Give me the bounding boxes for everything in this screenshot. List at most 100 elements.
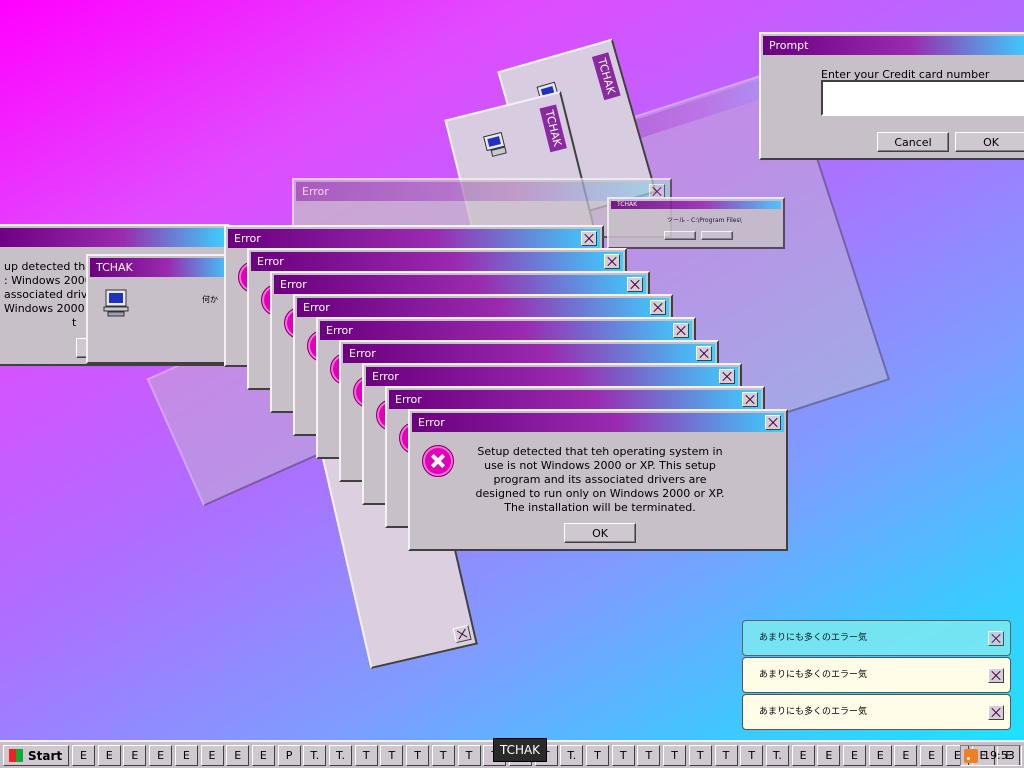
taskbar-task-button[interactable]: E	[791, 745, 815, 766]
windows-logo-icon	[9, 749, 23, 762]
window-title: Error	[302, 185, 329, 198]
error-window-title-bar: Error	[228, 229, 600, 248]
window-title: Prompt	[769, 39, 809, 52]
window-title: Error	[303, 301, 330, 314]
taskbar-task-button[interactable]: T.	[765, 745, 789, 766]
close-button[interactable]	[765, 415, 781, 430]
close-button[interactable]	[650, 300, 666, 315]
window-title: Error	[280, 278, 307, 291]
start-label: Start	[28, 749, 63, 763]
window-title: TCHAK	[617, 201, 638, 208]
taskbar-task-button[interactable]: E	[200, 745, 224, 766]
rotated-close-button[interactable]	[452, 624, 472, 644]
error-icon	[422, 445, 454, 477]
rss-icon[interactable]	[964, 749, 978, 763]
tchak-text: 何か	[202, 295, 218, 304]
notification-text: あまりにも多くのエラー気	[759, 670, 868, 680]
tchak-dialog: TCHAK 何か	[86, 254, 236, 364]
window-title: Error	[349, 347, 376, 360]
close-button[interactable]	[988, 668, 1004, 683]
error-window-title-bar: Error	[320, 321, 692, 340]
close-button[interactable]	[988, 631, 1004, 646]
taskbar-task-button[interactable]: E	[149, 745, 173, 766]
taskbar-tooltip: TCHAK	[493, 738, 547, 762]
notification-balloon[interactable]: あまりにも多くのエラー気	[742, 620, 1011, 656]
taskbar-task-button[interactable]: T	[637, 745, 661, 766]
taskbar-task-button[interactable]: E	[72, 745, 95, 766]
cancel-button[interactable]: Cancel	[877, 132, 949, 152]
close-button[interactable]	[988, 705, 1004, 720]
small-ok-button[interactable]	[664, 231, 696, 240]
notification-balloon[interactable]: あまりにも多くのエラー気	[742, 694, 1011, 730]
taskbar-task-button[interactable]: T	[431, 745, 455, 766]
window-title: Error	[418, 416, 445, 429]
taskbar-task-button[interactable]: T.	[560, 745, 584, 766]
error-window-title-bar: Error	[274, 275, 646, 294]
close-button[interactable]	[604, 254, 620, 269]
start-button[interactable]: Start	[3, 745, 69, 766]
taskbar-task-button[interactable]: E	[843, 745, 866, 766]
error-window-title-bar	[0, 228, 226, 247]
taskbar-task-button[interactable]: T	[611, 745, 635, 766]
small-tchak-title-bar: TCHAK	[611, 201, 781, 209]
taskbar-task-button[interactable]: P	[277, 745, 301, 766]
window-title: Error	[395, 393, 422, 406]
close-button[interactable]	[696, 346, 712, 361]
taskbar-task-button[interactable]: E	[226, 745, 250, 766]
prompt-title-bar: Prompt	[763, 36, 1024, 55]
desktop: TCHAK TCHAK Error TCHAK ツール - C:\Program…	[0, 0, 1024, 740]
taskbar-task-button[interactable]: E	[174, 745, 198, 766]
close-button[interactable]	[742, 392, 758, 407]
notification-balloon[interactable]: あまりにも多くのエラー気	[742, 657, 1011, 693]
taskbar-task-button[interactable]: T.	[303, 745, 327, 766]
notification-text: あまりにも多くのエラー気	[759, 633, 868, 643]
taskbar-task-button[interactable]: T	[457, 745, 481, 766]
notification-text: あまりにも多くのエラー気	[759, 707, 868, 717]
taskbar-task-button[interactable]: T	[354, 745, 378, 766]
taskbar-task-button[interactable]: T	[740, 745, 764, 766]
small-tchak-text: ツール - C:\Program Files\	[667, 217, 742, 224]
window-title: TCHAK	[96, 261, 133, 274]
close-button[interactable]	[673, 323, 689, 338]
error-window-title-bar: Error	[412, 413, 784, 432]
ok-button[interactable]: OK	[955, 132, 1024, 152]
taskbar-task-button[interactable]: T.	[329, 745, 352, 766]
computer-icon	[483, 131, 507, 157]
taskbar-task-button[interactable]: T	[714, 745, 738, 766]
close-button[interactable]	[627, 277, 643, 292]
prompt-dialog: Prompt Enter your Credit card number Can…	[759, 32, 1024, 160]
error-window-title-bar: Error	[366, 367, 738, 386]
tchak-title-bar: TCHAK	[90, 258, 232, 277]
rotated-tchak-title-2: TCHAK	[539, 104, 567, 152]
error-window-title-bar: Error	[251, 252, 623, 271]
taskbar-task-button[interactable]: T	[663, 745, 687, 766]
small-tchak-dialog: TCHAK ツール - C:\Program Files\	[607, 197, 785, 249]
close-button[interactable]	[581, 231, 597, 246]
taskbar-task-button[interactable]: T	[688, 745, 712, 766]
error-window-title-bar: Error	[343, 344, 715, 363]
small-cancel-button[interactable]	[701, 231, 733, 240]
system-tray: 19:53	[960, 745, 1022, 766]
taskbar-task-button[interactable]: T	[380, 745, 404, 766]
taskbar-task-button[interactable]: E	[817, 745, 841, 766]
computer-icon	[103, 289, 129, 317]
rotated-tchak-title: TCHAK	[591, 52, 621, 101]
error-window-title-bar: Error	[389, 390, 761, 409]
taskbar-task-button[interactable]: E	[920, 745, 944, 766]
window-title: Error	[234, 232, 261, 245]
close-button[interactable]	[719, 369, 735, 384]
taskbar-task-button[interactable]: E	[123, 745, 147, 766]
credit-card-input[interactable]	[821, 80, 1024, 116]
ok-button[interactable]: OK	[564, 523, 636, 543]
clock: 19:53	[983, 749, 1015, 762]
taskbar-task-button[interactable]: E	[251, 745, 275, 766]
window-title: Error	[326, 324, 353, 337]
taskbar-task-button[interactable]: T	[586, 745, 609, 766]
error-dialog: Error Setup detected that teh operating …	[408, 409, 788, 551]
taskbar-task-button[interactable]: E	[97, 745, 121, 766]
taskbar-task-button[interactable]: T	[406, 745, 430, 766]
taskbar-task-button[interactable]: E	[868, 745, 892, 766]
taskbar-task-button[interactable]: E	[894, 745, 918, 766]
window-title: Error	[257, 255, 284, 268]
window-title: Error	[372, 370, 399, 383]
